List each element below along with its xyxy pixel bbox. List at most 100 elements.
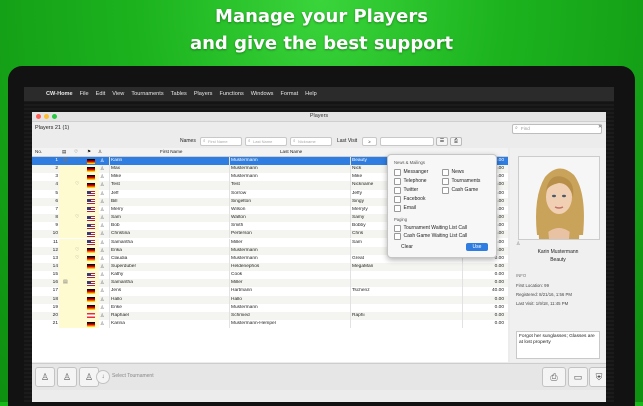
menu-file[interactable]: File bbox=[80, 91, 89, 97]
heart-icon[interactable]: ♡ bbox=[75, 182, 79, 187]
document-icon[interactable]: ▤ bbox=[63, 280, 68, 285]
flag-col-icon[interactable]: ⚑ bbox=[87, 149, 91, 155]
cash-game-checkbox[interactable]: Cash Game bbox=[442, 187, 478, 194]
print-icon[interactable]: ⎙ bbox=[542, 367, 566, 387]
tournaments-checkbox[interactable]: Tournaments bbox=[442, 178, 480, 185]
row-number: 12 bbox=[52, 247, 58, 253]
row-number: 14 bbox=[52, 263, 58, 269]
minimize-window-button[interactable] bbox=[44, 114, 49, 119]
print-filter-icon[interactable]: ⎙ bbox=[450, 137, 462, 146]
doc-col-icon[interactable]: ▤ bbox=[62, 149, 66, 155]
menu-edit[interactable]: Edit bbox=[96, 91, 106, 97]
last-name-cell: Heldenephos bbox=[231, 263, 260, 269]
twitter-checkbox[interactable]: Twitter bbox=[394, 187, 418, 194]
heart-col-icon[interactable]: ♡ bbox=[74, 149, 78, 155]
table-row[interactable]: 21 ♙ Karina Mustermann-Hempel 0.00 bbox=[32, 320, 508, 329]
last-visit-date-field[interactable] bbox=[380, 137, 434, 146]
heart-icon[interactable]: ♡ bbox=[75, 158, 79, 163]
last-name-filter[interactable]: Last Name bbox=[245, 137, 287, 146]
heart-icon[interactable]: ♡ bbox=[75, 215, 79, 220]
table-row[interactable]: 16 ▤ ♙ Samantha Miller 0.00 bbox=[32, 279, 508, 288]
menu-tournaments[interactable]: Tournaments bbox=[131, 91, 163, 97]
menu-app[interactable]: CW-Home bbox=[46, 91, 73, 97]
row-number: 16 bbox=[52, 280, 58, 286]
heart-icon[interactable]: ♡ bbox=[75, 248, 79, 253]
balance-cell: 0.00 bbox=[494, 321, 504, 326]
facebook-checkbox[interactable]: Facebook bbox=[394, 196, 425, 203]
last-name-cell: Mustermann bbox=[231, 247, 258, 253]
edit-player-icon[interactable]: ♙ bbox=[57, 367, 77, 387]
cash-game-waiting-checkbox[interactable]: Cash Game Waiting List Call bbox=[394, 233, 467, 240]
row-number: 11 bbox=[53, 239, 58, 245]
menu-help[interactable]: Help bbox=[305, 91, 317, 97]
filter-options-button[interactable]: ☰ bbox=[436, 137, 448, 146]
country-flag-icon bbox=[87, 297, 95, 303]
last-name-cell: Mustermann bbox=[231, 304, 258, 310]
person-icon: ♙ bbox=[100, 247, 105, 254]
country-flag-icon bbox=[87, 305, 95, 311]
table-row[interactable]: 14 ♙ Superduber Heldenephos MegaMan 0.00 bbox=[32, 262, 508, 272]
screen: CW-Home File Edit View Tournaments Table… bbox=[24, 87, 614, 402]
card-icon[interactable]: ▭ bbox=[568, 367, 588, 387]
add-player-icon[interactable]: ♙ bbox=[35, 367, 55, 387]
find-input[interactable]: Find bbox=[512, 124, 602, 134]
menu-players[interactable]: Players bbox=[194, 91, 213, 97]
menu-windows[interactable]: Windows bbox=[251, 91, 274, 97]
row-number: 17 bbox=[52, 288, 58, 294]
tournament-waiting-checkbox[interactable]: Tournament Waiting List Call bbox=[394, 225, 467, 232]
document-icon[interactable]: ▤ bbox=[63, 158, 68, 163]
first-name-cell: Bill bbox=[111, 198, 118, 204]
person-icon: ♙ bbox=[516, 241, 521, 247]
menu-tables[interactable]: Tables bbox=[171, 91, 187, 97]
filter-bar: Names First Name Last Name Nickname Last… bbox=[32, 135, 606, 147]
messanger-checkbox[interactable]: Messanger bbox=[394, 169, 428, 176]
first-name-cell: Erika bbox=[111, 247, 122, 253]
col-header-no[interactable]: No. bbox=[35, 149, 42, 154]
col-header-last-name[interactable]: Last Name bbox=[280, 149, 302, 154]
first-name-filter[interactable]: First Name bbox=[200, 137, 242, 146]
first-name-cell: Bob bbox=[111, 223, 120, 229]
table-row[interactable]: 19 ♙ Erike Mustermann 0.00 bbox=[32, 303, 508, 312]
heart-icon[interactable]: ♡ bbox=[75, 256, 79, 261]
person-icon: ♙ bbox=[100, 304, 105, 311]
telephone-checkbox[interactable]: Telephone bbox=[394, 178, 427, 185]
last-name-cell: Schmied bbox=[231, 312, 250, 318]
table-row[interactable]: 15 ♙ Kathy Cook 0.00 bbox=[32, 271, 508, 280]
close-icon[interactable]: ✕ bbox=[598, 124, 604, 131]
person-icon: ♙ bbox=[100, 223, 105, 230]
zoom-window-button[interactable] bbox=[52, 114, 57, 119]
bottom-toolbar: ♙ ♙ ♙ ↓ Select Tournament ⎙ ▭ ⛨ bbox=[32, 363, 606, 390]
menu-functions[interactable]: Functions bbox=[219, 91, 243, 97]
country-flag-icon bbox=[87, 272, 95, 278]
last-name-cell: Wilson bbox=[231, 206, 246, 212]
shield-icon[interactable]: ⛨ bbox=[589, 367, 606, 387]
col-header-first-name[interactable]: First Name bbox=[160, 149, 182, 154]
news-checkbox[interactable]: News bbox=[442, 169, 464, 176]
menu-view[interactable]: View bbox=[112, 91, 124, 97]
person-col-icon[interactable]: ♙ bbox=[98, 149, 102, 155]
chevron-down-icon[interactable]: ↓ bbox=[96, 370, 110, 384]
nickname-filter[interactable]: Nickname bbox=[290, 137, 332, 146]
last-name-cell: Mustermann bbox=[231, 255, 258, 261]
close-window-button[interactable] bbox=[36, 114, 41, 119]
country-flag-icon bbox=[87, 280, 95, 286]
clear-button[interactable]: Clear bbox=[396, 243, 418, 251]
row-number: 5 bbox=[55, 190, 58, 196]
country-flag-icon bbox=[87, 199, 95, 205]
menu-format[interactable]: Format bbox=[280, 91, 298, 97]
player-note[interactable]: Forgot her sunglasses; Glasses are at lo… bbox=[516, 331, 600, 359]
last-visit-operator[interactable]: ≥ bbox=[362, 137, 377, 146]
email-checkbox[interactable]: Email bbox=[394, 205, 416, 212]
country-flag-icon bbox=[87, 231, 95, 237]
use-button[interactable]: Use bbox=[466, 243, 488, 251]
first-name-cell: Jens bbox=[111, 288, 122, 294]
person-icon: ♙ bbox=[100, 215, 105, 222]
first-name-cell: Hallo bbox=[111, 296, 122, 302]
country-flag-icon bbox=[87, 256, 95, 262]
select-tournament-button[interactable]: Select Tournament bbox=[112, 373, 154, 379]
table-row[interactable]: 17 ♙ Jens Hartmann Tschenz 40.00 bbox=[32, 287, 508, 296]
person-icon: ♙ bbox=[100, 296, 105, 303]
table-row[interactable]: 18 ♙ Hallo Hallo 0.00 bbox=[32, 295, 508, 304]
last-visit-label: Last Visit bbox=[337, 138, 358, 144]
table-row[interactable]: 20 ♙ Raphael Schmied Raphi 0.00 bbox=[32, 311, 508, 320]
